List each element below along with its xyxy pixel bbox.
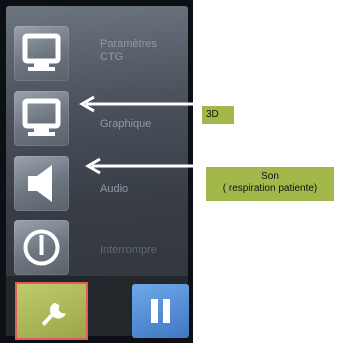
menu-label-line-1: Paramètres — [100, 38, 157, 50]
monitor-icon[interactable] — [14, 91, 69, 146]
monitor-icon[interactable] — [14, 26, 69, 81]
menu-label-interrompre: Interrompre — [100, 244, 157, 256]
touch-screen: Paramètres CTG Graphique Audio Interromp… — [6, 6, 189, 340]
wrench-icon — [41, 302, 66, 326]
device-frame: Paramètres CTG Graphique Audio Interromp… — [0, 0, 193, 343]
speaker-icon[interactable] — [14, 156, 69, 211]
menu-item-parametres-ctg[interactable]: Paramètres CTG — [6, 26, 188, 84]
power-icon[interactable] — [14, 220, 69, 275]
menu-label-parametres: Paramètres CTG — [100, 38, 157, 64]
menu-item-graphique[interactable]: Graphique — [6, 91, 188, 149]
menu-label-audio: Audio — [100, 183, 129, 195]
bottom-bar — [6, 276, 189, 340]
menu-label-line-2: CTG — [100, 51, 124, 63]
callout-son-line-2: ( respiration patiente) — [222, 183, 318, 194]
menu-item-audio[interactable]: Audio — [6, 156, 188, 214]
callout-son: Son ( respiration patiente) — [206, 167, 334, 201]
callout-3d: 3D — [202, 106, 234, 124]
pause-button[interactable] — [132, 284, 189, 338]
menu-item-interrompre[interactable]: Interrompre — [6, 220, 188, 278]
pause-icon — [151, 299, 170, 323]
settings-button[interactable] — [15, 282, 88, 340]
menu-label-graphique: Graphique — [100, 118, 152, 130]
callout-son-line-1: Son — [261, 171, 279, 182]
